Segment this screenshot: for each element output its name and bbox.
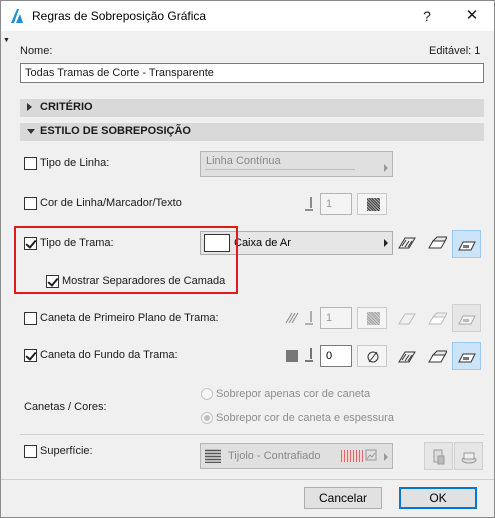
collapse-arrow-icon[interactable]: ▼: [3, 37, 10, 44]
superficie-label: Superfície:: [40, 445, 93, 457]
pen-color-only-radio[interactable]: [201, 388, 213, 400]
dropdown-arrow-icon: [384, 239, 388, 247]
cut-fill-icon[interactable]: [397, 349, 417, 365]
surface-swatch-icon: [205, 449, 221, 463]
cor-linha-checkbox[interactable]: [24, 197, 37, 210]
estilo-section-header[interactable]: ESTILO DE SOBREPOSIÇÃO: [20, 123, 484, 141]
expand-arrow-icon: [27, 103, 32, 111]
cor-linha-pen-button[interactable]: [357, 193, 387, 215]
cancel-button[interactable]: Cancelar: [304, 487, 382, 509]
tipo-linha-checkbox[interactable]: [24, 157, 37, 170]
caneta-fundo-pen-button[interactable]: [357, 345, 387, 367]
cover-fill-icon[interactable]: [427, 349, 447, 365]
drafting-fill-button[interactable]: [452, 304, 481, 332]
surface-option-button-2[interactable]: [454, 442, 483, 470]
ok-button[interactable]: OK: [399, 487, 477, 509]
estilo-label: ESTILO DE SOBREPOSIÇÃO: [40, 125, 191, 137]
archicad-logo-icon: [11, 9, 23, 23]
caneta-primeiro-label: Caneta de Primeiro Plano de Trama:: [40, 312, 219, 324]
hatch-pattern-icon: [367, 312, 380, 325]
editable-label: Editável: 1: [429, 45, 481, 57]
caneta-primeiro-pen-button[interactable]: [357, 307, 387, 329]
brick-texture-icon: [341, 450, 363, 462]
criterio-section-header[interactable]: CRITÉRIO: [20, 99, 484, 117]
surface-object-icon: [461, 452, 477, 464]
slash-circle-icon: [367, 351, 379, 363]
title-bar: Regras de Sobreposição Gráfica ? ✕: [1, 1, 494, 31]
fill-type-value: Caixa de Ar: [234, 237, 291, 249]
image-icon: [365, 449, 377, 461]
caneta-primeiro-pen-input[interactable]: 1: [320, 307, 352, 329]
pen-color-weight-radio[interactable]: [201, 412, 213, 424]
surface-paint-icon: [433, 449, 445, 465]
line-type-dropdown[interactable]: Linha Contínua: [200, 151, 393, 177]
caneta-fundo-label: Caneta do Fundo da Trama:: [40, 349, 178, 361]
drafting-fill-icon: [458, 315, 476, 325]
collapse-arrow-icon: [27, 129, 35, 134]
pen-icon: [305, 348, 313, 362]
close-button[interactable]: ✕: [457, 5, 487, 27]
surface-option-button-1[interactable]: [424, 442, 453, 470]
help-icon: ?: [423, 8, 431, 24]
canetas-cores-label: Canetas / Cores:: [24, 401, 107, 413]
window-title: Regras de Sobreposição Gráfica: [32, 9, 207, 23]
highlight-annotation: [14, 226, 238, 294]
pen-icon: [305, 197, 313, 211]
hatch-pen-icon: [285, 312, 299, 324]
pen-color-weight-label: Sobrepor cor de caneta e espessura: [216, 412, 394, 424]
footer-separator: [1, 479, 494, 480]
separator: [20, 434, 484, 435]
close-icon: ✕: [465, 7, 479, 24]
superficie-checkbox[interactable]: [24, 445, 37, 458]
drafting-fill-button[interactable]: [452, 342, 481, 370]
dropdown-arrow-icon: [384, 164, 388, 172]
drafting-fill-icon: [458, 241, 476, 251]
cor-linha-label: Cor de Linha/Marcador/Texto: [40, 197, 182, 209]
help-button[interactable]: ?: [412, 5, 442, 27]
caneta-fundo-pen-input[interactable]: 0: [320, 345, 352, 367]
dropdown-arrow-icon: [384, 453, 388, 461]
pen-color-only-label: Sobrepor apenas cor de caneta: [216, 388, 371, 400]
cover-fill-icon: [428, 312, 447, 325]
background-pen-swatch-icon: [286, 350, 298, 362]
cut-fill-icon[interactable]: [397, 235, 417, 251]
cor-linha-pen-input[interactable]: 1: [320, 193, 352, 215]
dialog-window: Regras de Sobreposição Gráfica ? ✕ ▼ Nom…: [0, 0, 495, 518]
drafting-fill-button[interactable]: [452, 230, 481, 258]
hatch-pattern-icon: [367, 198, 380, 211]
line-type-value: Linha Contínua: [206, 155, 281, 167]
drafting-fill-icon: [458, 353, 476, 363]
pen-icon: [305, 311, 313, 325]
tipo-linha-label: Tipo de Linha:: [40, 157, 110, 169]
surface-value: Tijolo - Contrafiado: [228, 450, 321, 462]
name-input[interactable]: Todas Tramas de Corte - Transparente: [20, 63, 484, 83]
caneta-primeiro-checkbox[interactable]: [24, 312, 37, 325]
surface-dropdown[interactable]: Tijolo - Contrafiado: [200, 443, 393, 469]
cut-fill-icon: [398, 313, 416, 325]
line-sample: [205, 169, 355, 170]
name-label: Nome:: [20, 45, 53, 57]
criterio-label: CRITÉRIO: [40, 101, 93, 113]
caneta-fundo-checkbox[interactable]: [24, 349, 37, 362]
cover-fill-icon[interactable]: [427, 235, 447, 251]
